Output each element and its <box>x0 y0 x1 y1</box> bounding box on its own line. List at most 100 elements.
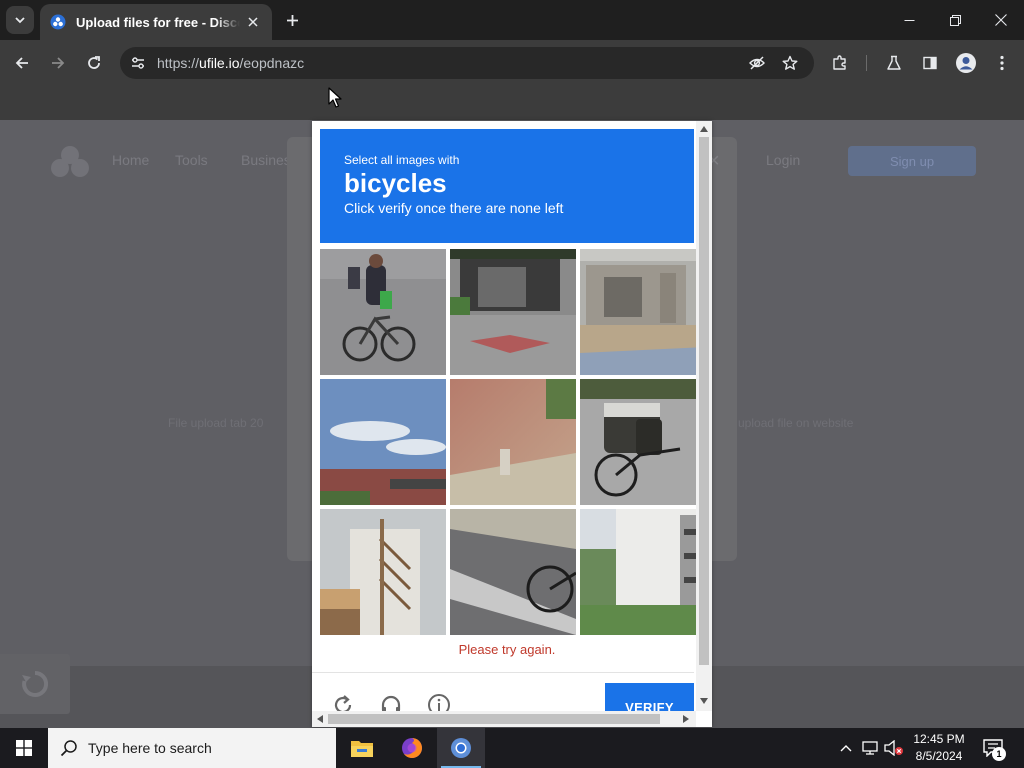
tile-image-blurry-ground <box>450 379 576 505</box>
triangle-up-icon <box>700 126 708 132</box>
captcha-vertical-scrollbar[interactable] <box>696 121 712 711</box>
toolbar-separator <box>866 55 867 71</box>
mouse-cursor-icon <box>328 87 342 108</box>
scroll-right-arrow[interactable] <box>682 715 690 723</box>
captcha-tile[interactable] <box>320 509 446 635</box>
forward-button[interactable] <box>44 49 72 77</box>
back-button[interactable] <box>8 49 36 77</box>
chrome-menu-button[interactable] <box>988 49 1016 77</box>
close-icon <box>248 17 258 27</box>
captcha-tile[interactable] <box>320 249 446 375</box>
recaptcha-badge[interactable] <box>0 654 70 714</box>
taskbar-clock[interactable]: 12:45 PM 8/5/2024 <box>902 731 976 765</box>
triangle-left-icon <box>317 715 323 723</box>
address-bar[interactable]: https://ufile.io/eopdnazc <box>120 47 814 79</box>
page-right-text: upload file on website <box>738 416 854 430</box>
browser-toolbar: https://ufile.io/eopdnazc <box>0 40 1024 86</box>
captcha-tile[interactable] <box>450 249 576 375</box>
taskbar-file-explorer[interactable] <box>338 728 386 768</box>
restore-icon <box>949 14 961 26</box>
windows-taskbar: Type here to search 12:45 PM 8/5/2024 1 <box>0 728 1024 768</box>
scroll-thumb[interactable] <box>328 714 660 724</box>
volume-muted-icon <box>884 740 903 756</box>
captcha-tile[interactable] <box>580 249 706 375</box>
tile-image-bicycle-panniers <box>580 379 706 505</box>
scroll-up-arrow[interactable] <box>700 125 708 133</box>
nav-home-link[interactable]: Home <box>112 152 149 168</box>
tab-strip: Upload files for free - DiscordCDN <box>0 0 1024 40</box>
tile-image-shelter <box>580 249 706 375</box>
tray-volume-button[interactable] <box>884 738 904 758</box>
new-tab-button[interactable] <box>280 8 304 32</box>
tab-search-button[interactable] <box>6 6 34 34</box>
search-icon <box>60 740 77 757</box>
captcha-prompt: Select all images with <box>344 153 460 167</box>
labs-button[interactable] <box>880 49 908 77</box>
tile-image-building-stairs <box>320 509 446 635</box>
captcha-tile[interactable] <box>450 509 576 635</box>
captcha-footer-divider <box>312 672 694 673</box>
tune-icon <box>132 57 144 69</box>
start-button[interactable] <box>0 728 48 768</box>
tile-image-apartment <box>580 509 706 635</box>
folder-icon <box>351 741 373 757</box>
captcha-horizontal-scrollbar[interactable] <box>312 711 696 727</box>
chevron-down-icon <box>15 17 25 24</box>
profile-button[interactable] <box>952 49 980 77</box>
firefox-icon <box>402 738 422 758</box>
avatar-icon <box>956 53 976 73</box>
side-panel-button[interactable] <box>916 49 944 77</box>
taskbar-search-box[interactable]: Type here to search <box>48 728 336 768</box>
nav-login-link[interactable]: Login <box>766 152 800 168</box>
minimize-icon <box>904 19 914 21</box>
clock-date: 8/5/2024 <box>915 749 963 763</box>
taskbar-chrome[interactable] <box>437 728 485 768</box>
reload-button[interactable] <box>80 49 108 77</box>
minimize-button[interactable] <box>892 6 926 34</box>
nav-tools-link[interactable]: Tools <box>175 152 208 168</box>
triangle-down-icon <box>700 698 708 704</box>
close-window-button[interactable] <box>984 6 1018 34</box>
close-icon <box>995 14 1007 26</box>
extensions-button[interactable] <box>826 49 854 77</box>
captcha-target: bicycles <box>344 168 447 198</box>
captcha-image-grid <box>320 249 706 635</box>
kebab-menu-icon <box>1000 55 1004 71</box>
recaptcha-icon <box>22 670 49 697</box>
captcha-tile[interactable] <box>580 509 706 635</box>
captcha-tile[interactable] <box>580 379 706 505</box>
scroll-thumb[interactable] <box>699 137 709 665</box>
page-left-text: File upload tab 20 <box>168 416 264 430</box>
taskbar-firefox[interactable] <box>388 728 436 768</box>
bookmark-star-button[interactable] <box>779 52 801 74</box>
nav-signup-button[interactable]: Sign up <box>848 146 976 176</box>
captcha-tile[interactable] <box>320 379 446 505</box>
ufile-favicon-icon <box>50 14 66 30</box>
scroll-down-arrow[interactable] <box>700 697 708 705</box>
tab-title: Upload files for free - DiscordCDN <box>76 14 240 30</box>
chevron-up-icon <box>840 745 852 752</box>
tray-network-button[interactable] <box>860 738 880 758</box>
windows-logo-icon <box>16 740 32 756</box>
restore-button[interactable] <box>938 6 972 34</box>
tab-active[interactable]: Upload files for free - DiscordCDN <box>40 4 272 40</box>
tracking-protection-button[interactable] <box>746 52 768 74</box>
site-info-button[interactable] <box>128 53 148 73</box>
scroll-left-arrow[interactable] <box>316 715 324 723</box>
puzzle-icon <box>833 55 846 70</box>
tile-image-bicycle-wheel <box>450 509 576 635</box>
taskbar-search-placeholder: Type here to search <box>88 740 212 756</box>
tray-overflow-button[interactable] <box>836 738 856 758</box>
arrow-left-icon <box>15 57 28 69</box>
url-scheme: https:// <box>157 55 200 71</box>
tile-image-shopfront <box>450 249 576 375</box>
captcha-tile[interactable] <box>450 379 576 505</box>
eye-off-icon <box>749 56 765 70</box>
url-path: /eopdnazc <box>239 55 305 71</box>
captcha-header: Select all images with bicycles Click ve… <box>320 129 694 243</box>
tile-image-sky-building <box>320 379 446 505</box>
tab-close-button[interactable] <box>244 13 262 31</box>
ufile-logo-icon[interactable] <box>48 144 92 180</box>
star-icon <box>782 55 798 70</box>
network-icon <box>862 741 878 755</box>
